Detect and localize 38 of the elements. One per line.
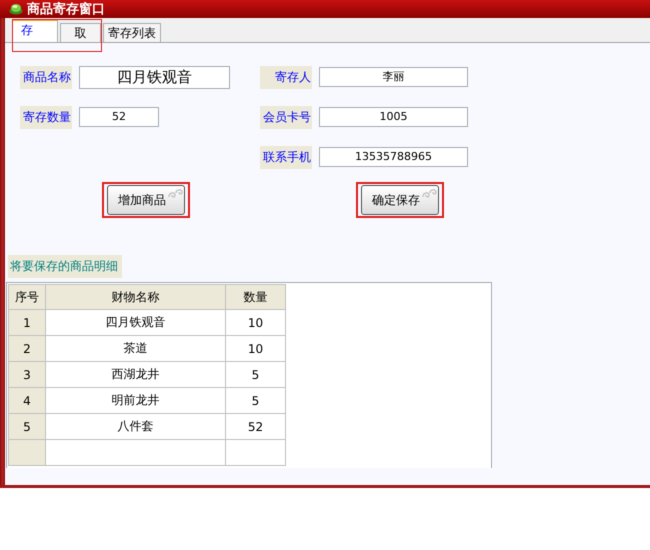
field-label: 联系手机: [260, 146, 312, 168]
table-cell: 5: [252, 368, 260, 382]
table-cell: 明前龙井: [112, 393, 160, 407]
table-cell: 3: [23, 368, 31, 382]
table-cell: 5: [23, 420, 31, 434]
swirl-icon: [421, 187, 437, 199]
input-field[interactable]: 四月铁观音: [79, 66, 230, 88]
tab[interactable]: 存: [12, 19, 58, 42]
column-header: 财物名称: [46, 284, 226, 310]
table-cell: 茶道: [124, 341, 148, 355]
input-field[interactable]: 李丽: [319, 67, 468, 87]
window-title: 商品寄存窗口: [27, 0, 105, 18]
table-cell: 5: [252, 394, 260, 408]
table-cell: 10: [248, 316, 264, 330]
input-field[interactable]: 1005: [319, 107, 468, 127]
tab[interactable]: 取: [60, 23, 101, 42]
action-button[interactable]: 确定保存: [361, 185, 439, 215]
column-header: 数量: [226, 284, 286, 310]
swirl-icon: [167, 187, 183, 199]
field-label: 商品名称: [20, 66, 72, 88]
table-cell: 八件套: [118, 419, 154, 433]
table-cell: 10: [248, 342, 264, 356]
column-header: 序号: [8, 284, 46, 310]
tab[interactable]: 寄存列表: [103, 23, 161, 42]
table-cell: 西湖龙井: [112, 367, 160, 381]
field-label: 会员卡号: [260, 106, 312, 128]
input-field[interactable]: 13535788965: [319, 147, 468, 167]
table-cell: 52: [248, 420, 264, 434]
table-cell: 2: [23, 342, 31, 356]
field-label: 寄存人: [260, 66, 312, 88]
input-field[interactable]: 52: [79, 107, 159, 127]
table-cell: 4: [23, 394, 31, 408]
table-cell: 四月铁观音: [106, 315, 166, 329]
section-title: 将要保存的商品明细: [8, 255, 122, 278]
table-cell: 1: [23, 316, 31, 330]
field-label: 寄存数量: [20, 106, 72, 128]
app-icon: [9, 3, 23, 15]
action-button[interactable]: 增加商品: [107, 185, 185, 215]
